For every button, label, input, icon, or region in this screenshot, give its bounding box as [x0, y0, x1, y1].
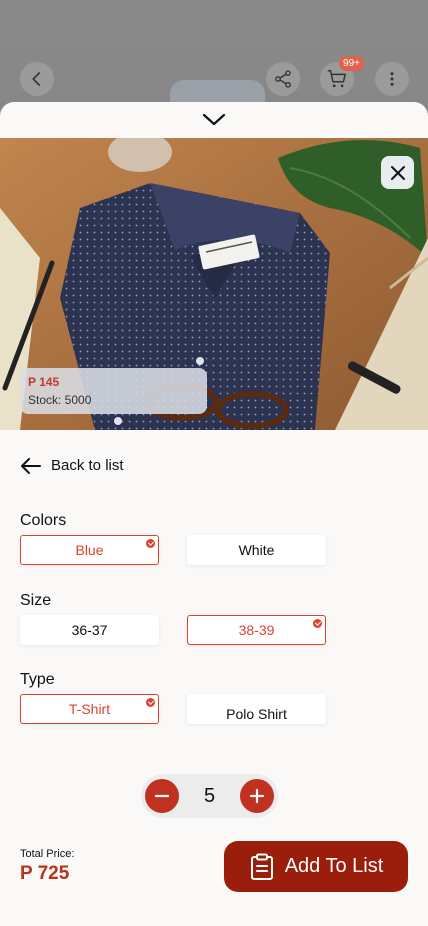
colors-label: Colors: [20, 512, 67, 529]
quantity-stepper: 5: [141, 774, 278, 818]
back-to-list-label: Back to list: [51, 457, 124, 474]
increase-quantity-button[interactable]: [240, 779, 274, 813]
quantity-value: 5: [203, 784, 216, 807]
more-options-button[interactable]: [375, 62, 409, 96]
check-icon: [146, 698, 155, 707]
type-label: Type: [20, 671, 55, 688]
type-option-polo-shirt[interactable]: Polo Shirt: [187, 694, 326, 724]
share-button[interactable]: [266, 62, 300, 96]
collapse-sheet-button[interactable]: [0, 102, 428, 138]
back-button[interactable]: [20, 62, 54, 96]
product-stock: Stock: 5000: [28, 393, 92, 407]
check-icon: [146, 539, 155, 548]
color-option-white[interactable]: White: [187, 535, 326, 565]
chevron-down-icon: [202, 113, 226, 126]
size-option-38-39[interactable]: 38-39: [187, 615, 326, 645]
decrease-quantity-button[interactable]: [145, 779, 179, 813]
clipboard-icon: [250, 853, 273, 880]
check-icon: [313, 619, 322, 628]
minus-icon: [154, 794, 170, 798]
arrow-left-icon: [21, 457, 41, 474]
size-option-36-37[interactable]: 36-37: [20, 615, 159, 645]
close-icon: [390, 165, 405, 180]
total-price-value: P 725: [20, 863, 70, 884]
more-vert-icon: [390, 72, 394, 86]
cart-icon: [327, 70, 346, 88]
product-price: P 145: [28, 375, 60, 389]
price-stock-card: P 145 Stock: 5000: [20, 368, 207, 414]
share-icon: [275, 70, 291, 88]
plus-icon: [249, 788, 265, 804]
back-to-list-link[interactable]: Back to list: [20, 457, 124, 474]
back-arrow-icon: [32, 72, 41, 86]
product-options-sheet: P 145 Stock: 5000 Back to list Colors Bl…: [0, 102, 428, 926]
type-option-t-shirt[interactable]: T-Shirt: [20, 694, 159, 724]
cart-button[interactable]: 99+: [320, 56, 364, 96]
total-price-label: Total Price:: [20, 848, 75, 860]
color-option-blue[interactable]: Blue: [20, 535, 159, 565]
add-to-list-label: Add To List: [284, 855, 384, 877]
product-photo: P 145 Stock: 5000: [0, 138, 428, 430]
close-photo-button[interactable]: [381, 156, 414, 189]
add-to-list-button[interactable]: Add To List: [224, 841, 408, 892]
cart-count-badge: 99+: [339, 56, 364, 71]
size-label: Size: [20, 592, 52, 609]
